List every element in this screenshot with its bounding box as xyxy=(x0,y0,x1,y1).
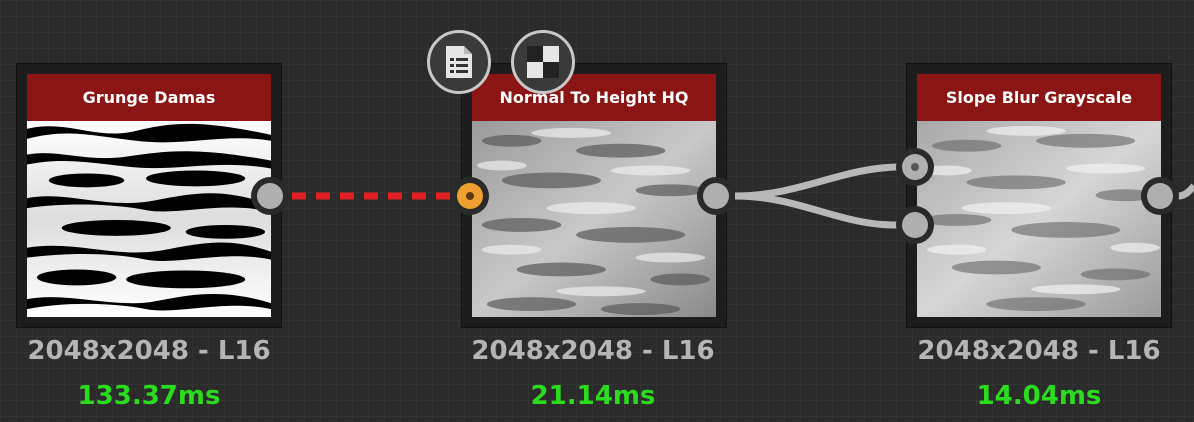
link-upper[interactable] xyxy=(734,163,899,200)
node-graph-canvas[interactable]: Grunge Damas 2048x2048 - L16 133.37ms No… xyxy=(0,0,1194,422)
node-slope-blur-grayscale[interactable]: Slope Blur Grayscale xyxy=(906,63,1172,328)
node-resolution: 2048x2048 - L16 xyxy=(917,336,1161,366)
link-lower[interactable] xyxy=(734,192,899,229)
node-resolution: 2048x2048 - L16 xyxy=(27,336,271,366)
node-timing: 133.37ms xyxy=(77,381,221,411)
node-title: Slope Blur Grayscale xyxy=(917,74,1161,121)
node-normal-to-height-hq[interactable]: Normal To Height HQ xyxy=(461,63,727,328)
node-title: Normal To Height HQ xyxy=(472,74,716,121)
link-offscreen[interactable] xyxy=(1177,183,1194,200)
input-port-2[interactable] xyxy=(896,206,934,244)
output-port[interactable] xyxy=(1141,177,1179,215)
node-timing: 21.14ms xyxy=(530,381,656,411)
node-timing: 14.04ms xyxy=(976,381,1102,411)
document-list-icon[interactable] xyxy=(427,30,491,94)
node-thumbnail xyxy=(27,121,271,317)
node-thumbnail xyxy=(472,121,716,317)
input-port-1[interactable] xyxy=(896,148,934,186)
node-resolution: 2048x2048 - L16 xyxy=(471,336,715,366)
input-port-active[interactable] xyxy=(451,177,489,215)
checker-preview-icon[interactable] xyxy=(511,30,575,94)
output-port[interactable] xyxy=(697,177,735,215)
node-title: Grunge Damas xyxy=(27,74,271,121)
node-thumbnail xyxy=(917,121,1161,317)
output-port[interactable] xyxy=(251,177,289,215)
node-grunge-damas[interactable]: Grunge Damas xyxy=(16,63,282,328)
